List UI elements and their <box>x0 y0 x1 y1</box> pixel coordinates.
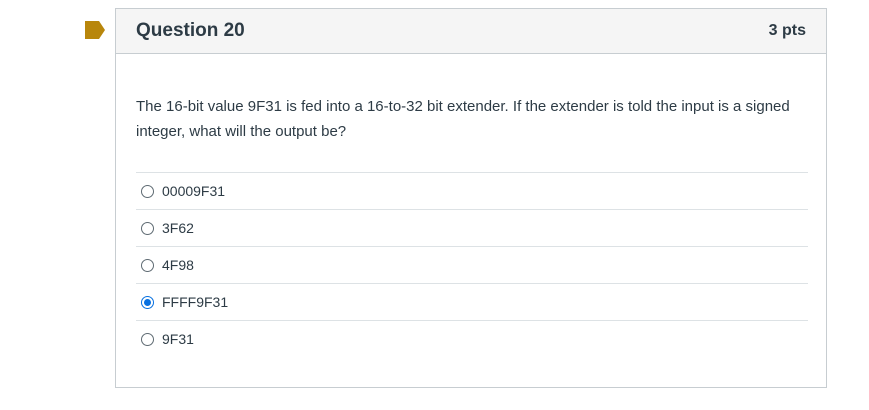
question-title: Question 20 <box>136 20 245 41</box>
radio-button[interactable] <box>141 258 154 272</box>
radio-button-selected[interactable] <box>141 295 154 309</box>
question-body: The 16-bit value 9F31 is fed into a 16-t… <box>116 54 826 357</box>
answer-option[interactable]: FFFF9F31 <box>136 283 808 320</box>
answer-option[interactable]: 3F62 <box>136 209 808 246</box>
question-points: 3 pts <box>768 22 806 39</box>
radio-button[interactable] <box>141 184 154 198</box>
radio-button[interactable] <box>141 332 154 346</box>
question-text: The 16-bit value 9F31 is fed into a 16-t… <box>136 98 790 140</box>
answer-label: 00009F31 <box>162 183 226 199</box>
answer-option[interactable]: 9F31 <box>136 320 808 357</box>
answer-option[interactable]: 4F98 <box>136 246 808 283</box>
question-header: Question 20 3 pts <box>116 9 826 54</box>
answer-option[interactable]: 00009F31 <box>136 172 808 209</box>
question-card: Question 20 3 pts The 16-bit value 9F31 … <box>115 8 827 388</box>
answer-list: 00009F31 3F62 4F98 FFFF9F31 9F31 <box>136 172 808 357</box>
flag-question-icon[interactable] <box>85 21 105 39</box>
answer-label: 4F98 <box>162 257 194 273</box>
answer-label: 3F62 <box>162 220 194 236</box>
quiz-page: Question 20 3 pts The 16-bit value 9F31 … <box>0 0 869 410</box>
answer-label: FFFF9F31 <box>162 294 229 310</box>
radio-button[interactable] <box>141 221 154 235</box>
answer-label: 9F31 <box>162 331 194 347</box>
